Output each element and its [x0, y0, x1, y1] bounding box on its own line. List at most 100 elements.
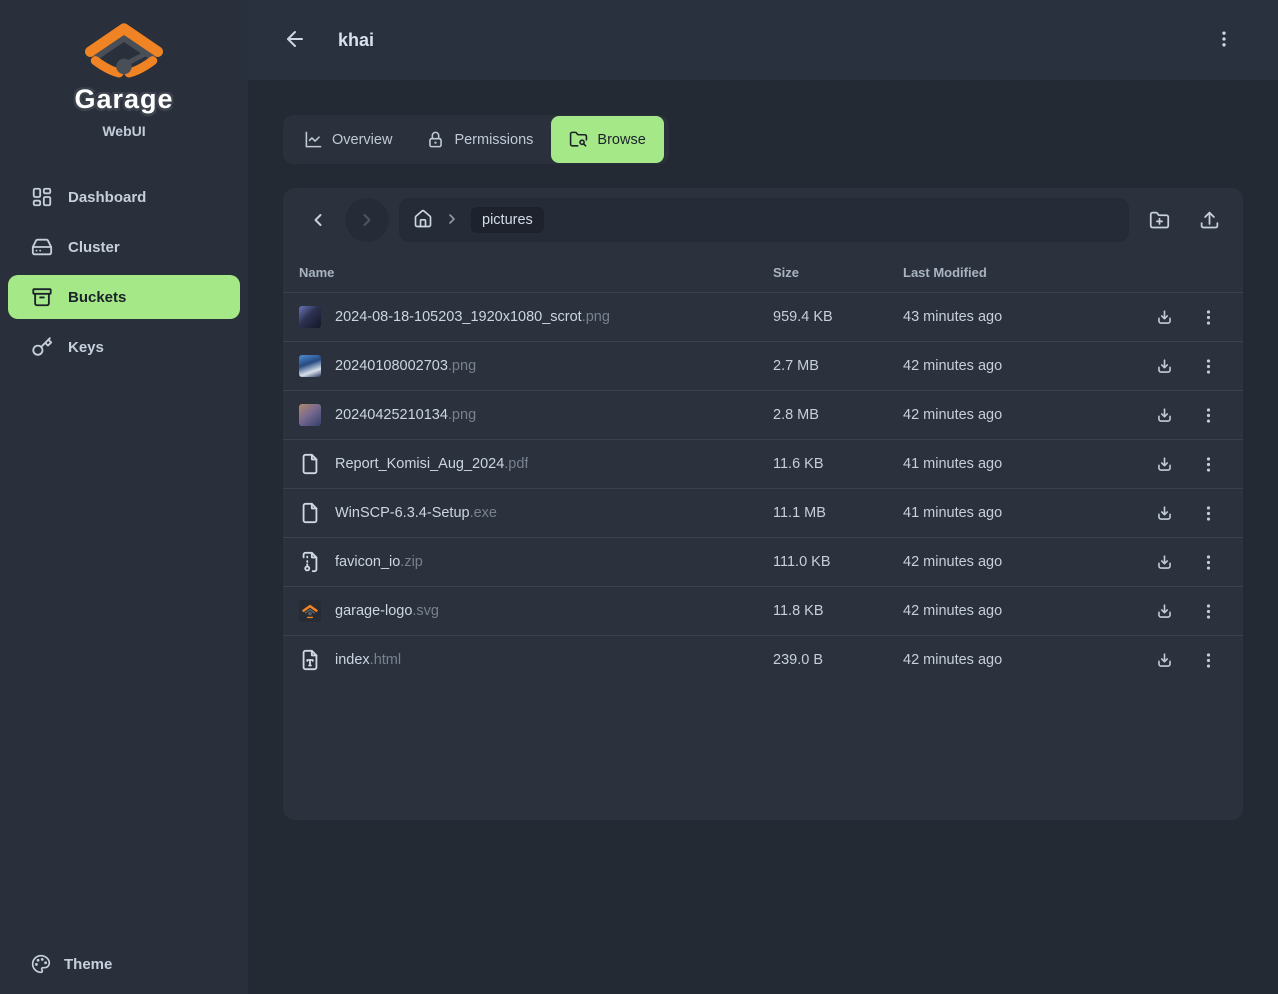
file-size: 11.6 KB	[773, 456, 903, 472]
sidebar-item-dashboard[interactable]: Dashboard	[8, 175, 240, 219]
app-root: Garage WebUI Dashboard Cluster Buckets K…	[0, 0, 1278, 994]
file-size: 959.4 KB	[773, 309, 903, 325]
table-row[interactable]: garage-logo.svg 11.8 KB 42 minutes ago	[283, 586, 1243, 635]
kebab-menu-icon	[1214, 29, 1234, 49]
file-name-link[interactable]: index.html	[335, 652, 401, 668]
arrow-left-icon	[283, 27, 307, 51]
column-header-size: Size	[773, 265, 903, 280]
html-file-icon	[299, 649, 321, 671]
theme-label: Theme	[64, 956, 112, 973]
breadcrumb-separator	[444, 211, 460, 230]
app-logo: Garage WebUI	[0, 0, 248, 147]
download-icon	[1155, 504, 1174, 523]
image-thumbnail	[299, 306, 321, 328]
table-row[interactable]: 20240425210134.png 2.8 MB 42 minutes ago	[283, 390, 1243, 439]
table-row[interactable]: 2024-08-18-105203_1920x1080_scrot.png 95…	[283, 292, 1243, 341]
theme-toggle[interactable]: Theme	[0, 936, 248, 994]
file-size: 11.8 KB	[773, 603, 903, 619]
file-modified: 42 minutes ago	[903, 652, 1143, 668]
palette-icon	[31, 954, 51, 974]
row-menu-button[interactable]	[1193, 400, 1223, 430]
tab-permissions[interactable]: Permissions	[410, 120, 549, 159]
breadcrumb: pictures	[399, 198, 1129, 242]
row-menu-button[interactable]	[1193, 449, 1223, 479]
file-name-link[interactable]: Report_Komisi_Aug_2024.pdf	[335, 456, 528, 472]
kebab-menu-icon	[1199, 357, 1218, 376]
tab-label: Overview	[332, 132, 392, 148]
file-modified: 42 minutes ago	[903, 603, 1143, 619]
file-name-link[interactable]: favicon_io.zip	[335, 554, 423, 570]
download-button[interactable]	[1149, 400, 1179, 430]
file-name-cell: garage-logo.svg	[283, 600, 773, 622]
file-name-link[interactable]: garage-logo.svg	[335, 603, 439, 619]
file-name-link[interactable]: WinSCP-6.3.4-Setup.exe	[335, 505, 497, 521]
file-modified: 42 minutes ago	[903, 358, 1143, 374]
table-row[interactable]: WinSCP-6.3.4-Setup.exe 11.1 MB 41 minute…	[283, 488, 1243, 537]
download-button[interactable]	[1149, 449, 1179, 479]
sidebar-item-buckets[interactable]: Buckets	[8, 275, 240, 319]
file-name-cell: index.html	[283, 649, 773, 671]
sidebar-item-cluster[interactable]: Cluster	[8, 225, 240, 269]
sidebar-item-keys[interactable]: Keys	[8, 325, 240, 369]
file-name-cell: 2024-08-18-105203_1920x1080_scrot.png	[283, 306, 773, 328]
sidebar-nav: Dashboard Cluster Buckets Keys	[0, 175, 248, 936]
file-table: Name Size Last Modified 2024-08-18-10520…	[283, 252, 1243, 684]
row-menu-button[interactable]	[1193, 645, 1223, 675]
row-menu-button[interactable]	[1193, 351, 1223, 381]
file-name-cell: WinSCP-6.3.4-Setup.exe	[283, 502, 773, 524]
history-forward-button[interactable]	[345, 198, 389, 242]
history-back-button[interactable]	[301, 203, 335, 237]
breadcrumb-folder-chip[interactable]: pictures	[471, 207, 544, 233]
file-name-link[interactable]: 2024-08-18-105203_1920x1080_scrot.png	[335, 309, 610, 325]
sidebar-item-label: Dashboard	[68, 189, 146, 206]
kebab-menu-icon	[1199, 602, 1218, 621]
download-button[interactable]	[1149, 596, 1179, 626]
download-icon	[1155, 406, 1174, 425]
download-button[interactable]	[1149, 547, 1179, 577]
page-title: khai	[338, 30, 1180, 51]
row-actions	[1143, 547, 1243, 577]
file-name-link[interactable]: 20240108002703.png	[335, 358, 476, 374]
download-button[interactable]	[1149, 498, 1179, 528]
table-row[interactable]: index.html 239.0 B 42 minutes ago	[283, 635, 1243, 684]
new-folder-button[interactable]	[1139, 200, 1179, 240]
folder-search-icon	[569, 130, 588, 149]
download-icon	[1155, 357, 1174, 376]
row-actions	[1143, 498, 1243, 528]
file-size: 111.0 KB	[773, 554, 903, 570]
upload-icon	[1199, 210, 1220, 231]
kebab-menu-icon	[1199, 406, 1218, 425]
home-icon	[413, 209, 433, 229]
kebab-menu-icon	[1199, 455, 1218, 474]
tab-label: Browse	[597, 132, 645, 148]
file-modified: 41 minutes ago	[903, 456, 1143, 472]
row-menu-button[interactable]	[1193, 498, 1223, 528]
file-size: 239.0 B	[773, 652, 903, 668]
row-menu-button[interactable]	[1193, 596, 1223, 626]
file-name-link[interactable]: 20240425210134.png	[335, 407, 476, 423]
download-button[interactable]	[1149, 351, 1179, 381]
row-actions	[1143, 596, 1243, 626]
download-button[interactable]	[1149, 302, 1179, 332]
chevron-right-icon	[357, 210, 377, 230]
bucket-tabs: Overview Permissions Browse	[283, 115, 669, 164]
row-menu-button[interactable]	[1193, 547, 1223, 577]
home-breadcrumb-button[interactable]	[413, 209, 433, 232]
tab-browse[interactable]: Browse	[551, 116, 663, 163]
download-button[interactable]	[1149, 645, 1179, 675]
folder-plus-icon	[1149, 210, 1170, 231]
file-table-body: 2024-08-18-105203_1920x1080_scrot.png 95…	[283, 292, 1243, 684]
upload-button[interactable]	[1189, 200, 1229, 240]
download-icon	[1155, 308, 1174, 327]
file-table-header: Name Size Last Modified	[283, 252, 1243, 292]
tab-overview[interactable]: Overview	[288, 120, 408, 159]
browser-toolbar: pictures	[283, 188, 1243, 252]
kebab-menu-icon	[1199, 308, 1218, 327]
bucket-menu-button[interactable]	[1210, 26, 1238, 54]
back-button[interactable]	[282, 27, 308, 53]
row-menu-button[interactable]	[1193, 302, 1223, 332]
table-row[interactable]: 20240108002703.png 2.7 MB 42 minutes ago	[283, 341, 1243, 390]
table-row[interactable]: Report_Komisi_Aug_2024.pdf 11.6 KB 41 mi…	[283, 439, 1243, 488]
download-icon	[1155, 455, 1174, 474]
table-row[interactable]: favicon_io.zip 111.0 KB 42 minutes ago	[283, 537, 1243, 586]
